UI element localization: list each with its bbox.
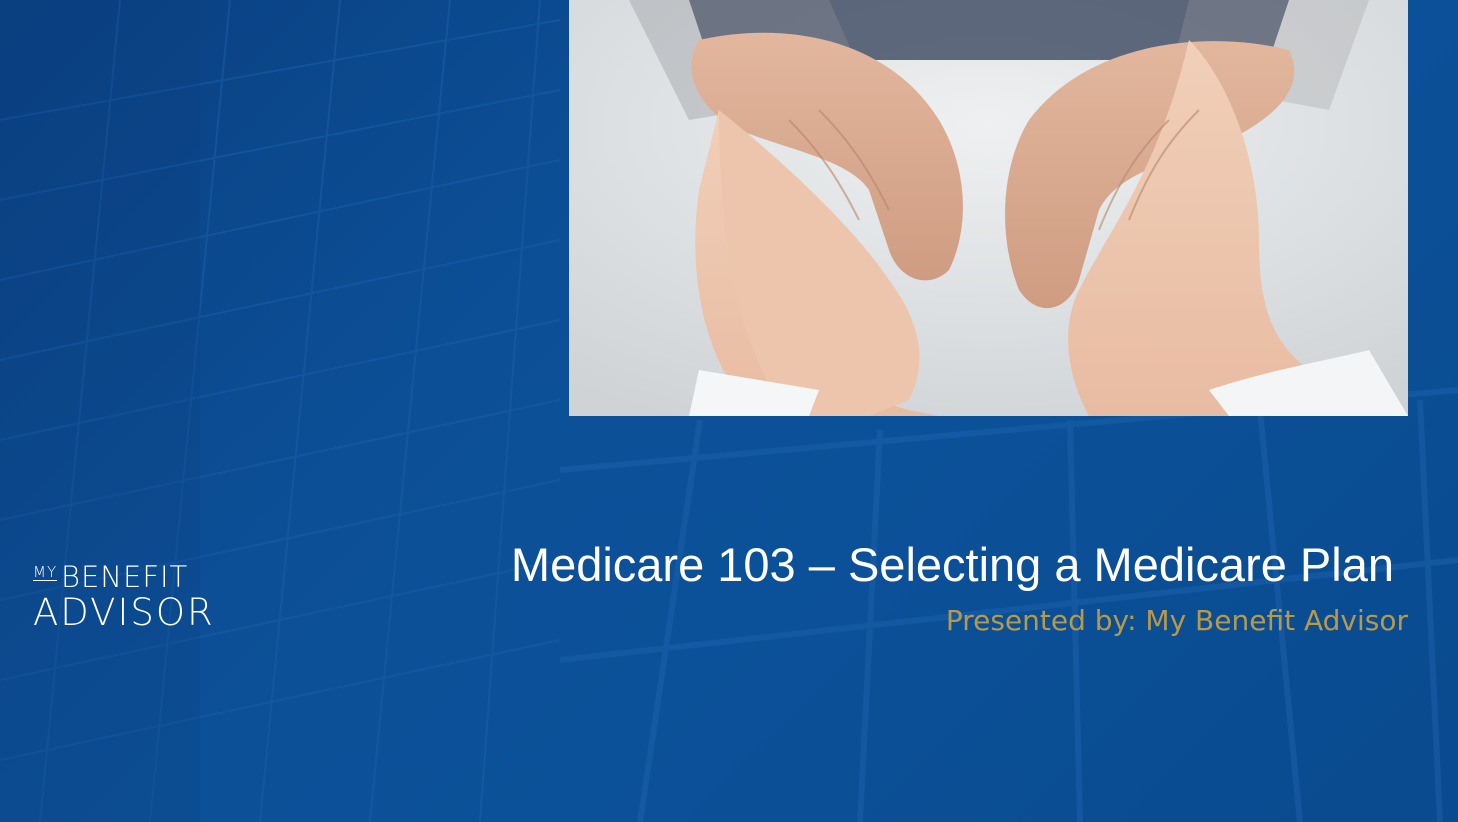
hands-holding-hands-icon [569,0,1408,416]
slide-title: Medicare 103 – Selecting a Medicare Plan [510,538,1394,591]
logo-my: MY [33,563,58,581]
logo-benefit: BENEFIT [61,560,189,594]
slide-subtitle: Presented by: My Benefit Advisor [945,604,1408,637]
hands-photo [569,0,1408,416]
my-benefit-advisor-logo: MY BENEFIT ADVISOR [33,562,253,634]
presentation-slide: MY BENEFIT ADVISOR Medicare 103 – Select… [0,0,1458,822]
logo-advisor: ADVISOR [33,591,215,634]
